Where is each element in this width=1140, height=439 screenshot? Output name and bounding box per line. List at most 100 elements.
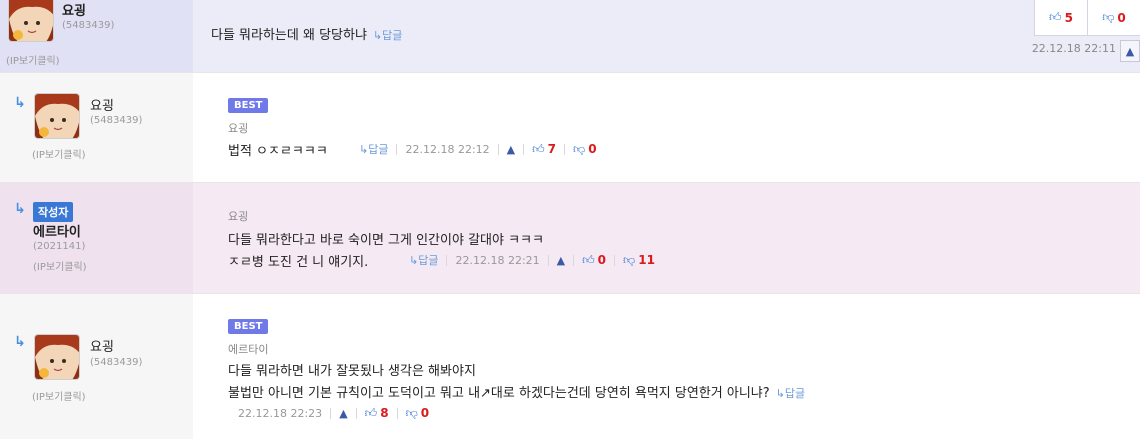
bell-icon[interactable]: ▲ <box>339 407 347 420</box>
reply-arrow-icon: ↳ <box>14 334 26 350</box>
divider <box>564 143 566 155</box>
comment-author-panel: 요굉 (5483439) (IP보기클릭) <box>0 0 193 72</box>
author-badge: 작성자 <box>33 202 74 222</box>
comment-date: 22.12.18 22:21 <box>455 253 540 267</box>
downvote-count: 0 <box>420 406 430 420</box>
comment-text-content: 다들 뭐라하는데 왜 당당하냐 <box>211 28 367 43</box>
downvote-count: 0 <box>588 141 597 156</box>
downvote-button[interactable]: 👎︎ 0 <box>573 142 597 157</box>
avatar-image <box>9 0 53 41</box>
bell-icon[interactable]: ▲ <box>507 143 515 156</box>
comment-meta: ↳답글 22.12.18 22:12 ▲ 👍︎ 7 👎︎ 0 <box>359 141 597 157</box>
comment-meta: ↳답글 22.12.18 22:21 ▲ 👍︎ 0 👎︎ 11 <box>409 252 655 268</box>
divider <box>330 408 332 419</box>
comment-row-top: 요굉 (5483439) (IP보기클릭) 다들 뭐라하는데 왜 당당하냐 ↳답글… <box>0 0 1140 73</box>
comment-text-line-2: 불법만 아니면 기본 규칙이고 도덕이고 뭐고 내↗대로 하겠다는건데 당연히 … <box>228 382 805 401</box>
thumb-up-icon: 👍︎ <box>582 252 595 267</box>
avatar-image <box>35 94 79 138</box>
divider <box>573 254 575 266</box>
divider <box>396 408 398 419</box>
thumb-up-icon: 👍︎ <box>364 406 378 420</box>
reply-button[interactable]: ↳답글 <box>359 141 388 157</box>
reply-arrow-icon: ↳ <box>14 95 26 111</box>
upvote-count: 7 <box>547 141 557 156</box>
divider <box>523 143 525 155</box>
thumb-up-icon: 👍︎ <box>532 141 545 156</box>
divider <box>547 254 549 266</box>
mention-name: 요굉 <box>228 210 249 223</box>
comment-author-panel: ↳ 작성자 에르타이 (2021141) (IP보기클릭) <box>0 183 193 293</box>
best-badge: BEST <box>228 98 269 113</box>
comment-author-panel: ↳ 요굉 (5483439) (IP보기클릭) <box>0 73 193 182</box>
bell-icon: ▲ <box>1125 44 1135 58</box>
reply-button[interactable]: ↳답글 <box>409 252 438 268</box>
comment-date: 22.12.18 22:23 <box>238 407 323 420</box>
comment-body: BEST 에르타이 다들 뭐라하면 내가 잘못됬나 생각은 해봐야지 불법만 아… <box>193 294 1140 439</box>
reply-arrow-icon: ↳ <box>14 201 26 217</box>
upvote-button[interactable]: 👍︎ 5 <box>1035 0 1087 35</box>
upvote-button[interactable]: 👍︎ 8 <box>365 406 389 421</box>
comment-date: 22.12.18 22:12 <box>405 142 490 156</box>
mention-name: 요굉 <box>228 122 249 135</box>
comment-text: 법적 ㅇㅈㄹㅋㅋㅋ <box>228 140 328 159</box>
author-nickname[interactable]: 요굉 <box>90 95 114 114</box>
divider <box>497 143 499 155</box>
comment-body: 요굉 다들 뭐라한다고 바로 숙이면 그게 인간이야 갈대야 ㅋㅋㅋ ㅈㄹ병 도… <box>193 183 1140 293</box>
thumb-down-icon: 👎︎ <box>405 406 418 420</box>
divider <box>355 408 357 419</box>
comment-text-line-1: 다들 뭐라한다고 바로 숙이면 그게 인간이야 갈대야 ㅋㅋㅋ <box>228 233 544 248</box>
downvote-button[interactable]: 👎︎ 0 <box>1087 0 1140 35</box>
comment-text: 다들 뭐라하는데 왜 당당하냐 ↳답글 <box>211 24 402 43</box>
downvote-button[interactable]: 👎︎ 11 <box>623 253 655 268</box>
comment-text-content: 불법만 아니면 기본 규칙이고 도덕이고 뭐고 내↗대로 하겠다는건데 당연히 … <box>228 386 770 401</box>
divider <box>396 143 398 155</box>
upvote-button[interactable]: 👍︎ 7 <box>532 142 556 157</box>
downvote-count: 11 <box>638 252 655 267</box>
bell-icon[interactable]: ▲ <box>557 254 565 267</box>
comment-row: ↳ 요굉 (5483439) (IP보기클릭) BEST 에르타이 다들 뭐라하… <box>0 294 1140 439</box>
comment-text-line-2: ㅈㄹ병 도진 건 니 얘기지. <box>228 255 369 270</box>
comment-meta: 22.12.18 22:23 ▲ 👍︎ 8 👎︎ 0 <box>238 406 429 421</box>
author-id: (2021141) <box>33 241 86 252</box>
downvote-count: 0 <box>1117 10 1126 25</box>
downvote-button[interactable]: 👎︎ 0 <box>406 406 430 421</box>
reply-button[interactable]: ↳답글 <box>776 387 805 400</box>
comment-body: 다들 뭐라하는데 왜 당당하냐 ↳답글 <box>193 0 1140 72</box>
comment-text-content: 법적 ㅇㅈㄹㅋㅋㅋ <box>228 144 328 159</box>
comment-body: BEST 요굉 법적 ㅇㅈㄹㅋㅋㅋ ↳답글 22.12.18 22:12 ▲ 👍… <box>193 73 1140 182</box>
comment-author-panel: ↳ 요굉 (5483439) (IP보기클릭) <box>0 294 193 439</box>
author-nickname[interactable]: 요굉 <box>90 336 114 355</box>
author-id: (5483439) <box>90 357 143 368</box>
thumb-down-icon: 👎︎ <box>623 252 636 267</box>
thumb-up-icon: 👍︎ <box>1049 10 1062 24</box>
upvote-count: 8 <box>380 406 389 420</box>
divider <box>446 254 448 266</box>
upvote-count: 5 <box>1064 10 1073 25</box>
ip-view-link[interactable]: (IP보기클릭) <box>32 388 86 403</box>
report-button[interactable]: ▲ <box>1120 40 1140 62</box>
reply-button[interactable]: ↳답글 <box>373 29 402 42</box>
avatar[interactable] <box>34 334 80 380</box>
best-badge: BEST <box>228 319 269 334</box>
vote-box: 👍︎ 5 👎︎ 0 <box>1034 0 1140 36</box>
comment-row: ↳ 요굉 (5483439) (IP보기클릭) BEST 요굉 법적 ㅇㅈㄹㅋㅋ… <box>0 73 1140 183</box>
ip-view-link[interactable]: (IP보기클릭) <box>33 258 87 273</box>
ip-view-link[interactable]: (IP보기클릭) <box>32 146 86 161</box>
author-nickname[interactable]: 요굉 <box>62 0 86 19</box>
thumb-down-icon: 👎︎ <box>1102 10 1115 24</box>
comment-row: ↳ 작성자 에르타이 (2021141) (IP보기클릭) 요굉 다들 뭐라한다… <box>0 183 1140 294</box>
mention-name: 에르타이 <box>228 343 269 356</box>
comment-date: 22.12.18 22:11 <box>1031 42 1116 55</box>
thumb-down-icon: 👎︎ <box>573 141 586 156</box>
avatar[interactable] <box>8 0 54 42</box>
avatar[interactable] <box>34 93 80 139</box>
upvote-button[interactable]: 👍︎ 0 <box>582 253 606 268</box>
avatar-image <box>35 335 79 379</box>
author-id: (5483439) <box>90 115 143 126</box>
upvote-count: 0 <box>597 252 607 267</box>
comment-text-line-1: 다들 뭐라하면 내가 잘못됬나 생각은 해봐야지 <box>228 364 476 379</box>
author-nickname[interactable]: 에르타이 <box>33 221 81 240</box>
ip-view-link[interactable]: (IP보기클릭) <box>6 52 60 67</box>
author-id: (5483439) <box>62 20 115 31</box>
divider <box>614 254 616 266</box>
